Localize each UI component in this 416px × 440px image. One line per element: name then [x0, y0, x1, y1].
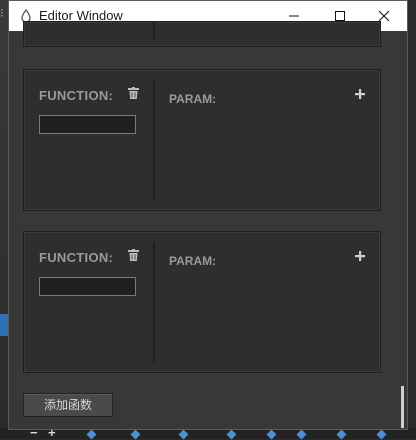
editor-window: Editor Window FUNCTION: PARAM: FUNCTION:… [8, 0, 408, 430]
keyframe-icon [178, 429, 189, 440]
background-glyph: ⁝ [0, 6, 4, 20]
panel-divider [153, 80, 155, 200]
keyframe-icon [336, 429, 347, 440]
plus-icon[interactable] [354, 250, 366, 262]
add-function-button[interactable]: 添加函数 [23, 393, 113, 417]
function-name-input[interactable] [39, 115, 136, 134]
function-panel: FUNCTION: PARAM: [23, 231, 381, 373]
function-label: FUNCTION: [39, 88, 114, 103]
param-label: PARAM: [169, 92, 217, 106]
keyframe-icon [296, 429, 307, 440]
function-list[interactable]: FUNCTION: PARAM: FUNCTION: PARAM: 添加函数 [9, 21, 407, 429]
function-name-input[interactable] [39, 277, 136, 296]
panel-divider [153, 242, 155, 362]
keyframe-icon [86, 429, 97, 440]
param-label: PARAM: [169, 254, 217, 268]
keyframe-icon [266, 429, 277, 440]
trash-icon[interactable] [128, 249, 139, 261]
keyframe-icon [130, 429, 141, 440]
trash-icon[interactable] [128, 87, 139, 99]
function-panel-partial [23, 21, 381, 47]
function-label: FUNCTION: [39, 250, 114, 265]
function-panel: FUNCTION: PARAM: [23, 69, 381, 211]
panel-divider [153, 22, 155, 40]
background-selection [0, 314, 8, 336]
vertical-scrollbar[interactable] [401, 386, 404, 428]
keyframe-icon [226, 429, 237, 440]
plus-icon[interactable] [354, 88, 366, 100]
background-editor-strip: ⁝ [0, 0, 8, 439]
keyframe-icon [376, 429, 387, 440]
